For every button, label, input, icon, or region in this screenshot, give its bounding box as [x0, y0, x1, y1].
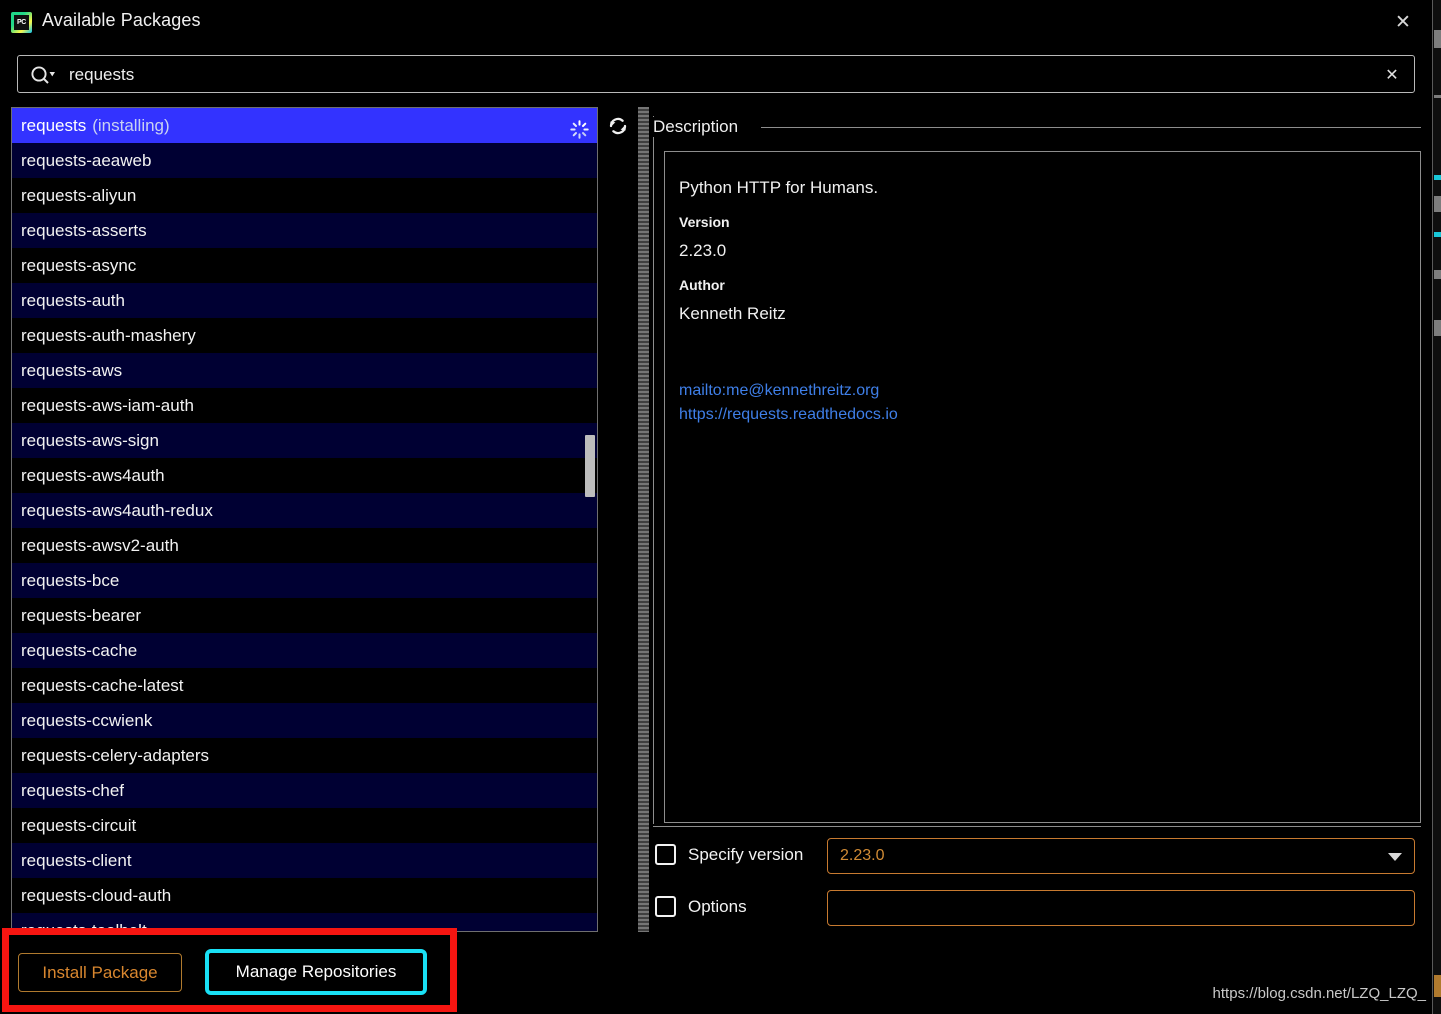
dialog-title: Available Packages: [42, 10, 201, 31]
package-list-item[interactable]: requests-bearer: [12, 598, 597, 633]
package-name: requests-asserts: [21, 221, 147, 240]
package-list-item[interactable]: requests-aws4auth: [12, 458, 597, 493]
package-list-item[interactable]: requests-cache: [12, 633, 597, 668]
scrollbar-thumb[interactable]: [585, 435, 595, 497]
package-list-item[interactable]: requests-aeaweb: [12, 143, 597, 178]
package-list-item[interactable]: requests-asserts: [12, 213, 597, 248]
watermark-text: https://blog.csdn.net/LZQ_LZQ_: [1213, 985, 1426, 1002]
package-name: requests-aws4auth: [21, 466, 165, 485]
package-name: requests-celery-adapters: [21, 746, 209, 765]
package-list-item[interactable]: requests-bce: [12, 563, 597, 598]
clear-search-icon[interactable]: ✕: [1380, 63, 1404, 87]
manage-repositories-button[interactable]: Manage Repositories: [205, 949, 427, 995]
package-name: requests-cloud-auth: [21, 886, 171, 905]
package-list-item[interactable]: requests-cache-latest: [12, 668, 597, 703]
package-name: requests-client: [21, 851, 132, 870]
specify-version-label: Specify version: [688, 845, 803, 865]
package-name: requests-aws-iam-auth: [21, 396, 194, 415]
options-label: Options: [688, 897, 747, 917]
available-packages-dialog: PC Available Packages ✕ requests ✕ reque…: [0, 0, 1432, 1014]
package-name: requests-cache-latest: [21, 676, 184, 695]
package-list-items: requests (installing) requests-aeaweb reque…: [12, 108, 597, 932]
version-label: Version: [679, 214, 1420, 230]
version-value: 2.23.0: [679, 241, 1420, 261]
close-icon[interactable]: ✕: [1388, 8, 1418, 36]
description-legend: Description: [653, 117, 747, 137]
package-list-item[interactable]: requests-async: [12, 248, 597, 283]
version-select[interactable]: 2.23.0: [827, 838, 1415, 874]
package-name: requests-cache: [21, 641, 137, 660]
package-list-item[interactable]: requests-aws: [12, 353, 597, 388]
version-select-value: 2.23.0: [840, 847, 884, 865]
package-list-item[interactable]: requests-client: [12, 843, 597, 878]
description-legend-rule: [761, 127, 1421, 128]
package-name: requests-awsv2-auth: [21, 536, 179, 555]
package-name: requests: [21, 116, 86, 135]
panel-splitter[interactable]: [638, 107, 649, 932]
description-group-edge: [653, 116, 654, 824]
package-list[interactable]: requests (installing) requests-aeaweb reque…: [11, 107, 598, 932]
package-name: requests-auth: [21, 291, 125, 310]
options-checkbox[interactable]: [655, 896, 676, 917]
package-name: requests-chef: [21, 781, 124, 800]
description-box: Python HTTP for Humans. Version 2.23.0 A…: [664, 151, 1421, 823]
package-list-item[interactable]: requests-circuit: [12, 808, 597, 843]
link-mailto[interactable]: mailto:me@kennethreitz.org: [679, 379, 1420, 403]
install-package-button[interactable]: Install Package: [18, 953, 182, 992]
package-list-item[interactable]: requests-cloud-auth: [12, 878, 597, 913]
package-name: requests-auth-mashery: [21, 326, 196, 345]
author-label: Author: [679, 277, 1420, 293]
package-list-item[interactable]: requests-ccwienk: [12, 703, 597, 738]
description-section: Description Python HTTP for Humans. Vers…: [653, 112, 1421, 824]
dialog-titlebar: PC Available Packages ✕: [0, 0, 1432, 44]
package-list-item[interactable]: requests-toolbelt: [12, 913, 597, 932]
pycharm-logo-icon: PC: [11, 12, 32, 33]
search-icon[interactable]: [29, 65, 57, 85]
package-name: requests-toolbelt: [21, 921, 147, 932]
package-list-item[interactable]: requests-auth-mashery: [12, 318, 597, 353]
package-list-item[interactable]: requests (installing): [12, 108, 597, 143]
package-list-item[interactable]: requests-awsv2-auth: [12, 528, 597, 563]
search-input[interactable]: requests: [69, 65, 134, 85]
link-docs[interactable]: https://requests.readthedocs.io: [679, 403, 1420, 427]
package-name: requests-aws: [21, 361, 122, 380]
author-value: Kenneth Reitz: [679, 304, 1420, 324]
package-name: requests-bce: [21, 571, 119, 590]
search-bar[interactable]: requests ✕: [17, 55, 1415, 93]
package-name: requests-ccwienk: [21, 711, 152, 730]
package-status: (installing): [92, 116, 169, 135]
package-name: requests-aliyun: [21, 186, 136, 205]
chevron-down-icon[interactable]: [1388, 853, 1402, 861]
options-divider: [653, 826, 1421, 827]
package-summary: Python HTTP for Humans.: [679, 178, 1420, 198]
package-list-item[interactable]: requests-auth: [12, 283, 597, 318]
package-name: requests-circuit: [21, 816, 136, 835]
background-window-sliver: [1432, 0, 1441, 1014]
package-name: requests-async: [21, 256, 136, 275]
pycharm-logo-text: PC: [14, 15, 29, 30]
package-list-item[interactable]: requests-aws4auth-redux: [12, 493, 597, 528]
package-list-item[interactable]: requests-aws-sign: [12, 423, 597, 458]
package-name: requests-bearer: [21, 606, 141, 625]
refresh-icon[interactable]: [606, 114, 630, 138]
description-links: mailto:me@kennethreitz.org https://reque…: [679, 379, 1420, 426]
package-list-item[interactable]: requests-aws-iam-auth: [12, 388, 597, 423]
package-list-scrollbar[interactable]: [585, 108, 597, 931]
options-input[interactable]: [827, 890, 1415, 926]
package-name: requests-aws4auth-redux: [21, 501, 213, 520]
specify-version-checkbox[interactable]: [655, 844, 676, 865]
package-list-item[interactable]: requests-chef: [12, 773, 597, 808]
package-list-item[interactable]: requests-celery-adapters: [12, 738, 597, 773]
package-name: requests-aws-sign: [21, 431, 159, 450]
package-list-item[interactable]: requests-aliyun: [12, 178, 597, 213]
package-name: requests-aeaweb: [21, 151, 151, 170]
